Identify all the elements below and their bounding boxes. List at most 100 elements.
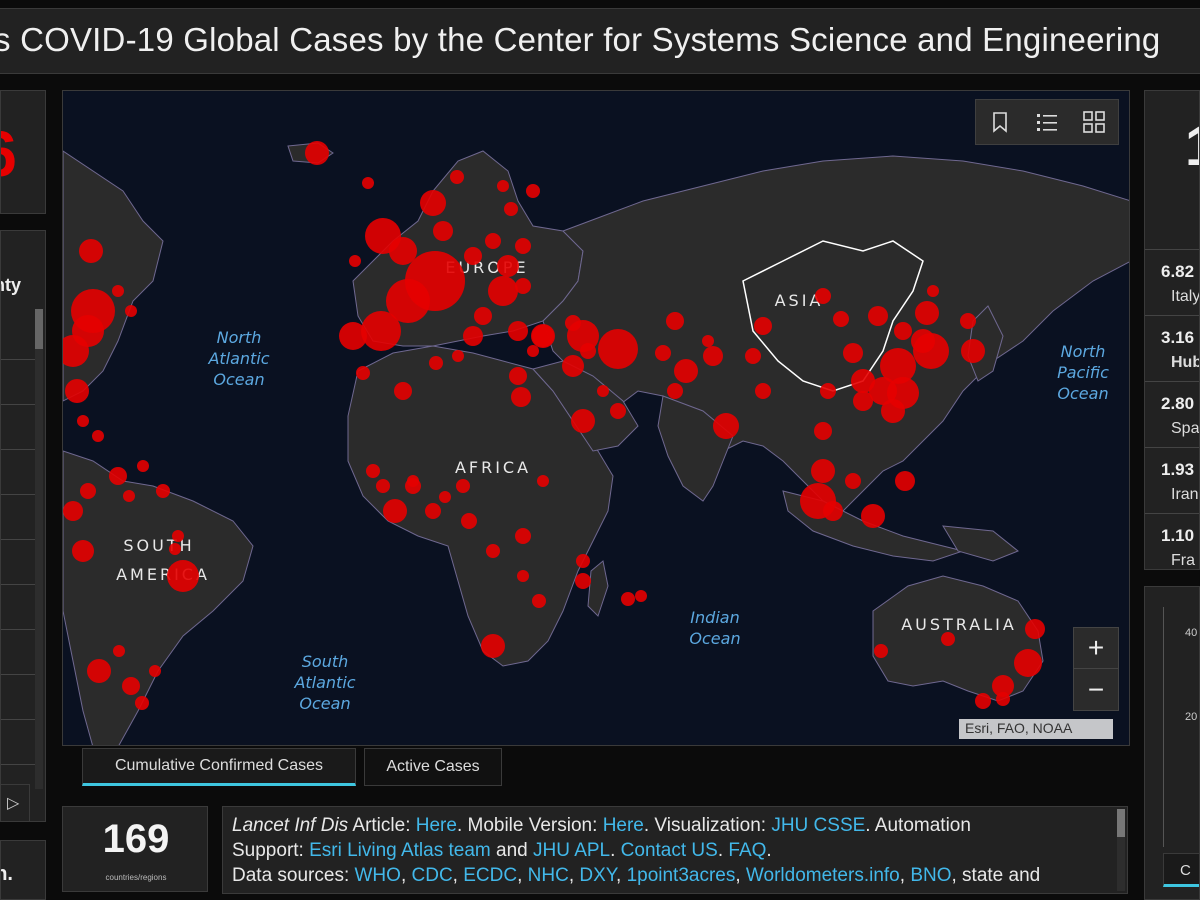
case-bubble[interactable] (87, 659, 111, 683)
case-bubble[interactable] (868, 306, 888, 326)
scrollbar-thumb[interactable] (1117, 809, 1125, 837)
info-link[interactable]: NHC (528, 865, 569, 886)
zoom-out-button[interactable]: − (1074, 669, 1118, 710)
case-bubble[interactable] (474, 307, 492, 325)
case-bubble[interactable] (576, 554, 590, 568)
chart-tab[interactable]: C (1163, 853, 1199, 887)
case-bubble[interactable] (597, 385, 609, 397)
case-bubble[interactable] (515, 278, 531, 294)
case-bubble[interactable] (156, 484, 170, 498)
case-bubble[interactable] (349, 255, 361, 267)
case-bubble[interactable] (667, 383, 683, 399)
info-link[interactable]: 1point3acres (627, 865, 736, 886)
case-bubble[interactable] (113, 645, 125, 657)
case-bubble[interactable] (580, 343, 596, 359)
case-bubble[interactable] (562, 355, 584, 377)
case-bubble[interactable] (571, 409, 595, 433)
list-item[interactable] (1, 315, 37, 360)
info-link[interactable]: Contact US (621, 840, 718, 861)
case-bubble[interactable] (666, 312, 684, 330)
case-bubble[interactable] (63, 501, 83, 521)
case-bubble[interactable] (823, 501, 843, 521)
case-bubble[interactable] (532, 594, 546, 608)
case-bubble[interactable] (961, 339, 985, 363)
case-bubble[interactable] (366, 464, 380, 478)
list-item[interactable] (1, 585, 37, 630)
case-bubble[interactable] (77, 415, 89, 427)
list-item[interactable]: 2.80 Spa (1145, 381, 1199, 447)
case-bubble[interactable] (703, 346, 723, 366)
list-item[interactable]: 1.93 Iran (1145, 447, 1199, 513)
case-bubble[interactable] (137, 460, 149, 472)
list-item[interactable]: 3.16 Hub (1145, 315, 1199, 381)
case-bubble[interactable] (362, 177, 374, 189)
country-list-scrollbar[interactable] (35, 309, 43, 789)
case-bubble[interactable] (927, 285, 939, 297)
list-item[interactable] (1, 495, 37, 540)
case-bubble[interactable] (702, 335, 714, 347)
case-bubble[interactable] (135, 696, 149, 710)
map-canvas[interactable]: North Atlantic Ocean South Atlantic Ocean In… (63, 91, 1130, 746)
case-bubble[interactable] (509, 367, 527, 385)
tab-cumulative-confirmed[interactable]: Cumulative Confirmed Cases (82, 748, 356, 786)
case-bubble[interactable] (383, 499, 407, 523)
list-item[interactable] (1, 450, 37, 495)
scrollbar-thumb[interactable] (35, 309, 43, 349)
info-link[interactable]: BNO (910, 865, 951, 886)
list-item[interactable]: 1.10 Fra (1145, 513, 1199, 569)
info-link[interactable]: Here (603, 815, 644, 836)
list-item[interactable] (1, 360, 37, 405)
info-link[interactable]: JHU CSSE (771, 815, 865, 836)
case-bubble[interactable] (655, 345, 671, 361)
list-item[interactable] (1, 540, 37, 585)
case-bubble[interactable] (833, 311, 849, 327)
case-bubble[interactable] (1025, 619, 1045, 639)
case-bubble[interactable] (65, 379, 89, 403)
case-bubble[interactable] (575, 573, 591, 589)
case-bubble[interactable] (433, 221, 453, 241)
legend-button[interactable] (1032, 107, 1062, 137)
case-bubble[interactable] (125, 305, 137, 317)
case-bubble[interactable] (755, 383, 771, 399)
case-bubble[interactable] (861, 504, 885, 528)
tab-active-cases[interactable]: Active Cases (364, 748, 502, 786)
case-bubble[interactable] (486, 544, 500, 558)
case-bubble[interactable] (461, 513, 477, 529)
case-bubble[interactable] (713, 413, 739, 439)
case-bubble[interactable] (815, 288, 831, 304)
case-bubble[interactable] (407, 475, 419, 487)
case-bubble[interactable] (1014, 649, 1042, 677)
case-bubble[interactable] (109, 467, 127, 485)
case-bubble[interactable] (122, 677, 140, 695)
case-bubble[interactable] (463, 326, 483, 346)
case-bubble[interactable] (356, 366, 370, 380)
case-bubble[interactable] (450, 170, 464, 184)
info-link[interactable]: FAQ (728, 840, 766, 861)
list-item[interactable] (1, 675, 37, 720)
next-page-button[interactable]: ▷ (0, 784, 30, 822)
case-bubble[interactable] (169, 543, 181, 555)
case-bubble[interactable] (515, 528, 531, 544)
case-bubble[interactable] (488, 276, 518, 306)
info-link[interactable]: Esri Living Atlas team (309, 840, 491, 861)
list-item[interactable] (1, 720, 37, 765)
case-bubble[interactable] (517, 570, 529, 582)
case-bubble[interactable] (895, 471, 915, 491)
case-bubble[interactable] (814, 422, 832, 440)
case-bubble[interactable] (485, 233, 501, 249)
list-item[interactable]: 6.82 Italy (1145, 249, 1199, 315)
world-map[interactable]: North Atlantic Ocean South Atlantic Ocean In… (62, 90, 1130, 746)
case-bubble[interactable] (960, 313, 976, 329)
case-bubble[interactable] (941, 632, 955, 646)
case-bubble[interactable] (149, 665, 161, 677)
info-link[interactable]: DXY (579, 865, 616, 886)
case-bubble[interactable] (820, 383, 836, 399)
info-link[interactable]: CDC (412, 865, 453, 886)
case-bubble[interactable] (913, 333, 949, 369)
case-bubble[interactable] (167, 560, 199, 592)
zoom-in-button[interactable]: + (1074, 628, 1118, 669)
case-bubble[interactable] (497, 255, 519, 277)
case-bubble[interactable] (894, 322, 912, 340)
case-bubble[interactable] (811, 459, 835, 483)
info-link[interactable]: WHO (355, 865, 401, 886)
